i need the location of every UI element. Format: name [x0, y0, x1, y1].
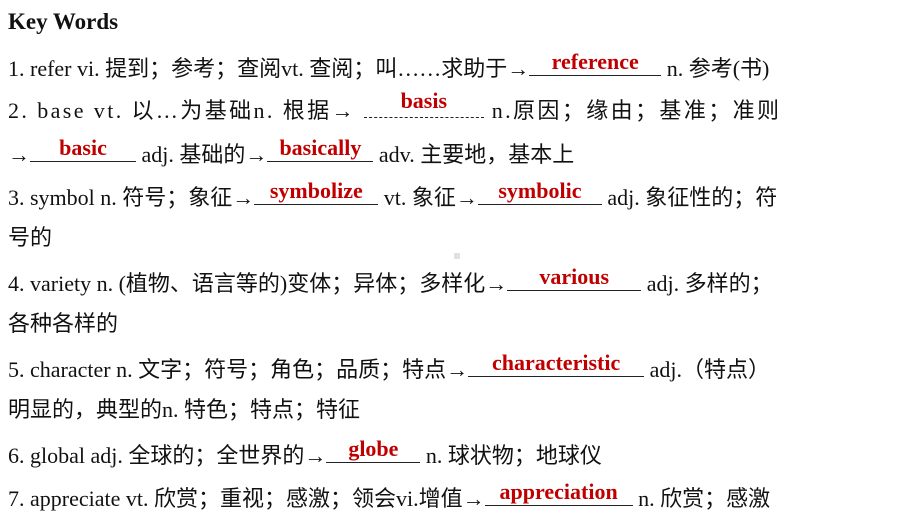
- item-text: adj. 基础的→: [136, 142, 268, 167]
- item-refer: 1. refer vi. 提到；参考；查阅vt. 查阅；叫……求助于→ refer…: [8, 51, 769, 84]
- item-text: →: [8, 142, 30, 167]
- item-text: 各种各样的: [8, 311, 119, 336]
- answer-blank: basis: [363, 90, 484, 118]
- item-text: vt. 象征→: [378, 185, 478, 210]
- item-text: n.原因；缘由；基准；准则: [483, 98, 782, 123]
- item-base: 2. base vt. 以…为基础n. 根据→ basis n.原因；缘由；基准…: [8, 90, 782, 126]
- answer-blank: reference: [529, 49, 662, 76]
- item-text: n. 欣赏；感激: [632, 486, 771, 511]
- item-text: 明显的，典型的n. 特色；特点；特征: [8, 397, 361, 422]
- item-character-cont: 明显的，典型的n. 特色；特点；特征: [8, 395, 360, 425]
- item-text: 7. appreciate vt. 欣赏；重视；感激；领会vi.增值→: [8, 486, 485, 511]
- answer-text: globe: [348, 436, 399, 461]
- answer-text: appreciation: [499, 479, 618, 504]
- item-appreciate: 7. appreciate vt. 欣赏；重视；感激；领会vi.增值→ appre…: [8, 481, 770, 514]
- answer-blank: various: [507, 264, 642, 291]
- item-basic: → basic adj. 基础的→ basically adv. 主要地，基本上: [8, 137, 574, 170]
- item-variety-cont: 各种各样的: [8, 309, 118, 339]
- answer-text: basically: [279, 135, 362, 160]
- item-variety: 4. variety n. (植物、语言等的)变体；异体；多样化→ various…: [8, 266, 773, 299]
- answer-text: various: [539, 264, 610, 289]
- item-text: 6. global adj. 全球的；全世界的→: [8, 443, 327, 468]
- item-text: 4. variety n. (植物、语言等的)变体；异体；多样化→: [8, 271, 508, 296]
- answer-text: basis: [400, 88, 448, 113]
- item-text: 3. symbol n. 符号；象征→: [8, 185, 255, 210]
- item-text: 5. character n. 文字；符号；角色；品质；特点→: [8, 357, 469, 382]
- answer-text: symbolize: [269, 178, 363, 203]
- answer-blank: characteristic: [468, 350, 645, 377]
- answer-text: reference: [551, 49, 639, 74]
- answer-blank: globe: [326, 436, 421, 463]
- answer-blank: basically: [267, 135, 374, 162]
- answer-text: characteristic: [491, 350, 621, 375]
- item-text: n. 参考(书): [661, 56, 770, 81]
- item-text: adj.（特点）: [644, 357, 770, 382]
- answer-blank: appreciation: [484, 479, 633, 506]
- page-title: Key Words: [8, 9, 119, 34]
- item-symbol-cont: 号的: [8, 223, 52, 253]
- item-text: 号的: [8, 225, 53, 250]
- answer-text: symbolic: [498, 178, 582, 203]
- item-text: adv. 主要地，基本上: [373, 142, 575, 167]
- slide-marker: [454, 253, 460, 259]
- answer-blank: basic: [30, 137, 136, 162]
- item-text: adj. 象征性的；符: [601, 185, 778, 210]
- answer-blank: symbolize: [254, 178, 379, 205]
- item-text: adj. 多样的；: [641, 271, 773, 296]
- item-text: 2. base vt. 以…为基础n. 根据→: [8, 98, 364, 123]
- item-symbol: 3. symbol n. 符号；象征→ symbolize vt. 象征→ symb…: [8, 180, 777, 213]
- answer-blank: symbolic: [477, 178, 602, 205]
- item-text: n. 球状物；地球仪: [420, 443, 602, 468]
- answer-text: basic: [59, 135, 107, 160]
- item-text: 1. refer vi. 提到；参考；查阅vt. 查阅；叫……求助于→: [8, 56, 530, 81]
- item-global: 6. global adj. 全球的；全世界的→ globe n. 球状物；地球仪: [8, 438, 602, 471]
- item-character: 5. character n. 文字；符号；角色；品质；特点→ character…: [8, 352, 770, 385]
